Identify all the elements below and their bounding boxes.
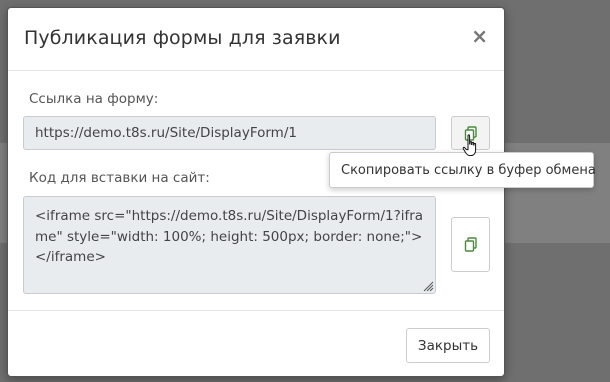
copy-icon <box>464 237 477 252</box>
embed-code-label: Код для вставки на сайт: <box>29 170 210 186</box>
link-label: Ссылка на форму: <box>29 91 159 107</box>
close-icon[interactable]: × <box>471 26 488 46</box>
hand-cursor-icon <box>462 134 477 156</box>
modal-title: Публикация формы для заявки <box>24 27 341 49</box>
close-button[interactable]: Закрыть <box>406 328 490 363</box>
copy-embed-button[interactable] <box>451 217 490 272</box>
embed-code-textarea[interactable]: <iframe src="https://demo.t8s.ru/Site/Di… <box>23 196 436 294</box>
modal-footer: Закрыть <box>8 310 504 378</box>
form-link-field[interactable]: https://demo.t8s.ru/Site/DisplayForm/1 <box>23 116 436 150</box>
modal-header: Публикация формы для заявки × <box>8 8 504 71</box>
publish-form-modal: Публикация формы для заявки × Ссылка на … <box>7 7 505 377</box>
